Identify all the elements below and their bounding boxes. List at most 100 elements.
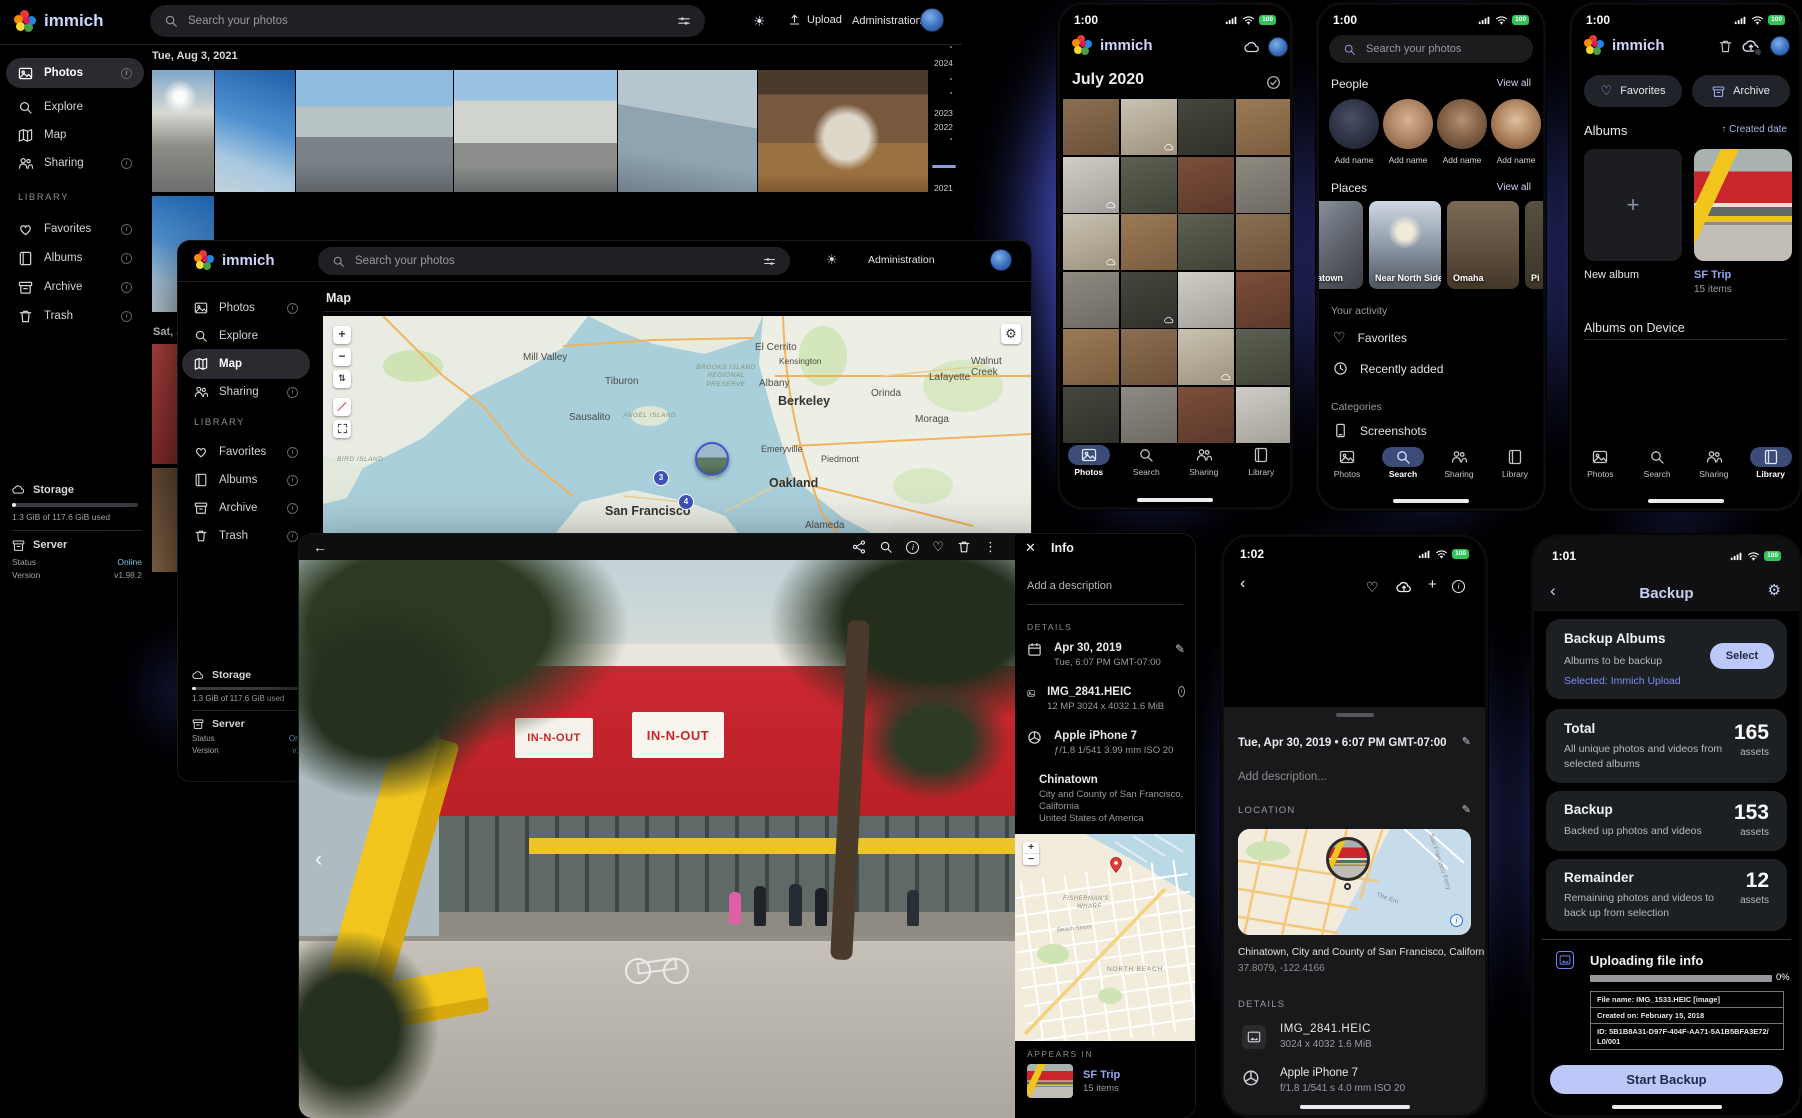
- location-minimap[interactable]: +− FISHERMAN'S WHARF Beach Street NORTH …: [1015, 834, 1195, 1041]
- photo-thumbnail[interactable]: [758, 70, 928, 192]
- photo-thumbnail[interactable]: [1121, 272, 1177, 328]
- favorite-heart-icon[interactable]: ♡: [932, 539, 944, 555]
- tab-search[interactable]: Search: [1382, 447, 1424, 479]
- favorites-row[interactable]: ♡Favorites: [1333, 329, 1407, 346]
- sidebar-item-albums[interactable]: Albumsi: [182, 465, 310, 495]
- albums-sort-button[interactable]: ↑ Created date: [1721, 124, 1787, 135]
- sidebar-item-photos[interactable]: Photosi: [182, 293, 310, 323]
- photo-thumbnail[interactable]: [1063, 272, 1119, 328]
- map-tilt-button[interactable]: ⇅: [333, 370, 351, 388]
- place-card[interactable]: Omaha: [1447, 201, 1519, 289]
- search-input[interactable]: Search your photos: [150, 5, 705, 37]
- zoom-icon[interactable]: [879, 540, 893, 554]
- photo-thumbnail[interactable]: [1063, 329, 1119, 385]
- person-avatar[interactable]: [1437, 99, 1487, 149]
- sidebar-item-sharing[interactable]: Sharingi: [6, 148, 144, 178]
- back-arrow-icon[interactable]: ←: [313, 539, 327, 555]
- photo-thumbnail[interactable]: [1178, 329, 1234, 385]
- favorites-button[interactable]: ♡Favorites: [1584, 75, 1682, 107]
- add-description-field[interactable]: Add a description: [1027, 580, 1112, 592]
- album-name[interactable]: SF Trip: [1694, 269, 1731, 281]
- new-album-card[interactable]: +: [1584, 149, 1682, 261]
- trash-icon[interactable]: [1718, 39, 1733, 54]
- administration-link[interactable]: Administration: [868, 254, 935, 266]
- place-card[interactable]: Near North Side: [1369, 201, 1441, 289]
- photo-thumbnail[interactable]: [215, 70, 295, 192]
- upload-button[interactable]: Upload: [788, 13, 842, 26]
- photo-thumbnail[interactable]: [1121, 214, 1177, 270]
- edit-date-icon[interactable]: ✎: [1462, 735, 1471, 748]
- user-avatar[interactable]: [1770, 36, 1790, 56]
- photo-thumbnail[interactable]: [1178, 272, 1234, 328]
- more-options-icon[interactable]: ⋮: [984, 539, 997, 555]
- map-cluster-marker[interactable]: 3: [653, 470, 669, 486]
- search-filters-icon[interactable]: [677, 14, 691, 28]
- sidebar-item-map[interactable]: Map: [6, 120, 144, 150]
- photo-thumbnail[interactable]: [1121, 157, 1177, 213]
- sidebar-item-explore[interactable]: Explore: [182, 321, 310, 351]
- tab-photos[interactable]: Photos: [1579, 447, 1621, 479]
- user-avatar[interactable]: [920, 8, 944, 32]
- cloud-upload-icon[interactable]: [1742, 37, 1760, 55]
- tab-sharing[interactable]: Sharing: [1693, 447, 1735, 479]
- sidebar-item-favorites[interactable]: Favoritesi: [6, 214, 144, 244]
- person-avatar[interactable]: [1383, 99, 1433, 149]
- tab-search[interactable]: Search: [1125, 445, 1167, 477]
- sidebar-item-archive[interactable]: Archivei: [182, 493, 310, 523]
- back-chevron-icon[interactable]: ‹: [1240, 575, 1245, 593]
- theme-toggle-button[interactable]: ☀: [826, 252, 838, 268]
- theme-toggle-button[interactable]: ☀: [753, 13, 766, 30]
- add-name-link[interactable]: Add name: [1383, 155, 1433, 165]
- map-hide-markers-button[interactable]: [333, 398, 351, 416]
- user-avatar[interactable]: [1268, 37, 1288, 57]
- sidebar-item-albums[interactable]: Albumsi: [6, 243, 144, 273]
- photo-thumbnail[interactable]: [152, 70, 214, 192]
- sidebar-item-explore[interactable]: Explore: [6, 92, 144, 122]
- tab-library[interactable]: Library: [1750, 447, 1792, 479]
- places-view-all-link[interactable]: View all: [1497, 182, 1531, 193]
- sidebar-item-trash[interactable]: Trashi: [182, 521, 310, 551]
- screenshots-row[interactable]: Screenshots: [1333, 423, 1427, 438]
- add-name-link[interactable]: Add name: [1491, 155, 1541, 165]
- sidebar-item-map[interactable]: Map: [182, 349, 310, 379]
- person-avatar[interactable]: [1491, 99, 1541, 149]
- search-filters-icon[interactable]: [763, 255, 776, 268]
- photo-thumbnail[interactable]: [454, 70, 617, 192]
- sidebar-item-archive[interactable]: Archivei: [6, 272, 144, 302]
- photo-thumbnail[interactable]: [296, 70, 453, 192]
- info-icon[interactable]: i: [906, 541, 919, 554]
- select-albums-button[interactable]: Select: [1710, 643, 1774, 669]
- user-avatar[interactable]: [990, 249, 1012, 271]
- person-avatar[interactable]: [1329, 99, 1379, 149]
- location-map-card[interactable]: San Francisco Ferry The Em i: [1238, 829, 1471, 935]
- sidebar-item-sharing[interactable]: Sharingi: [182, 377, 310, 407]
- edit-location-icon[interactable]: ✎: [1462, 803, 1471, 816]
- tab-sharing[interactable]: Sharing: [1438, 447, 1480, 479]
- photo-thumbnail[interactable]: [1236, 99, 1292, 155]
- photo-thumbnail[interactable]: [1236, 387, 1292, 443]
- tab-search[interactable]: Search: [1636, 447, 1678, 479]
- add-description-field[interactable]: Add description...: [1238, 771, 1327, 783]
- photo-thumbnail[interactable]: [1178, 99, 1234, 155]
- place-card[interactable]: Chinatown: [1316, 201, 1363, 289]
- place-card[interactable]: Pi: [1525, 201, 1546, 289]
- tab-photos[interactable]: Photos: [1326, 447, 1368, 479]
- scrubber-handle[interactable]: [932, 165, 956, 168]
- settings-gear-icon[interactable]: ⚙: [1768, 581, 1781, 599]
- tab-library[interactable]: Library: [1494, 447, 1536, 479]
- map-info-icon[interactable]: i: [1450, 914, 1463, 927]
- sidebar-item-trash[interactable]: Trashi: [6, 301, 144, 331]
- map-canvas[interactable]: Mill Valley Tiburon Sausalito ANGEL ISLA…: [323, 316, 1031, 539]
- photo-thumbnail[interactable]: [1063, 387, 1119, 443]
- close-icon[interactable]: ✕: [1025, 540, 1036, 556]
- map-zoom-out-button[interactable]: −: [333, 348, 351, 366]
- start-backup-button[interactable]: Start Backup: [1550, 1065, 1783, 1094]
- photo-main[interactable]: IN-N-OUT IN-N-OUT ‹: [299, 560, 1015, 1118]
- archive-button[interactable]: Archive: [1692, 75, 1790, 107]
- map-fullscreen-button[interactable]: [333, 420, 351, 438]
- select-all-check-icon[interactable]: [1266, 75, 1281, 90]
- tab-library[interactable]: Library: [1240, 445, 1282, 477]
- cloud-upload-icon[interactable]: [1396, 579, 1412, 595]
- photo-thumbnail[interactable]: [1121, 387, 1177, 443]
- sheet-drag-handle[interactable]: [1336, 713, 1374, 717]
